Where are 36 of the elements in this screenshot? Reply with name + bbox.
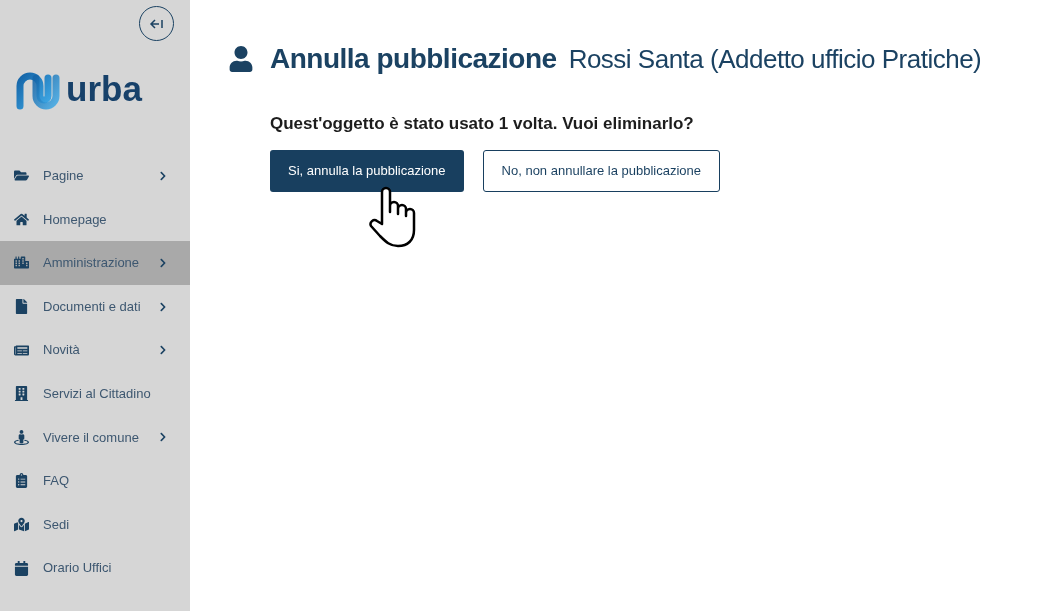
sidebar-item[interactable]: FAQ <box>0 459 190 503</box>
user-icon <box>228 46 254 72</box>
sidebar-item-label: FAQ <box>43 472 70 491</box>
sidebar-item[interactable]: Vivere il comune <box>0 415 190 460</box>
map-icon <box>12 516 30 533</box>
sidebar-item-label: Novità <box>43 341 81 360</box>
sidebar-item[interactable]: Sedi <box>0 502 190 547</box>
sidebar-item-label: Servizi al Cittadino <box>43 385 152 403</box>
sidebar-item[interactable]: Novità <box>0 328 190 372</box>
confirm-button[interactable]: Si, annulla la pubblicazione <box>270 149 464 192</box>
person-pin-icon <box>12 429 30 446</box>
sidebar-item[interactable]: Orario Uffici <box>0 546 190 590</box>
sidebar-item-label: Sedi <box>43 515 71 534</box>
home-icon <box>12 211 30 228</box>
logo-icon <box>16 71 60 110</box>
sidebar-item[interactable]: Homepage <box>0 197 190 242</box>
sidebar-item-label: Homepage <box>43 210 108 229</box>
sidebar-item[interactable]: Pagine <box>0 154 190 198</box>
collapse-arrow-icon <box>149 18 164 29</box>
question-text: Quest'oggetto è stato usato 1 volta. Vuoi eliminarlo? <box>270 113 695 135</box>
buildings-icon <box>12 255 30 271</box>
sidebar-item-label: Documenti e dati <box>43 297 142 316</box>
building-person-icon <box>12 385 30 402</box>
hand-cursor-icon <box>368 186 418 248</box>
sidebar-item[interactable]: Amministrazione <box>0 241 190 285</box>
sidebar-item-label: Orario Uffici <box>43 559 113 578</box>
page-subtitle: Rossi Santa (Addetto ufficio Pratiche) <box>568 42 982 76</box>
page-title: Annulla pubblicazione <box>270 42 557 76</box>
calendar-icon <box>12 560 30 577</box>
sidebar-item-label: Pagine <box>43 167 85 186</box>
sidebar-item[interactable]: Documenti e dati <box>0 284 190 329</box>
sidebar-item-label: Amministrazione <box>43 254 141 273</box>
logo-text: urba <box>66 71 142 110</box>
cancel-button[interactable]: No, non annullare la pubblicazione <box>482 149 721 192</box>
sidebar-item-label: Vivere il comune <box>43 428 140 447</box>
sidebar-item[interactable]: Servizi al Cittadino <box>0 371 190 416</box>
